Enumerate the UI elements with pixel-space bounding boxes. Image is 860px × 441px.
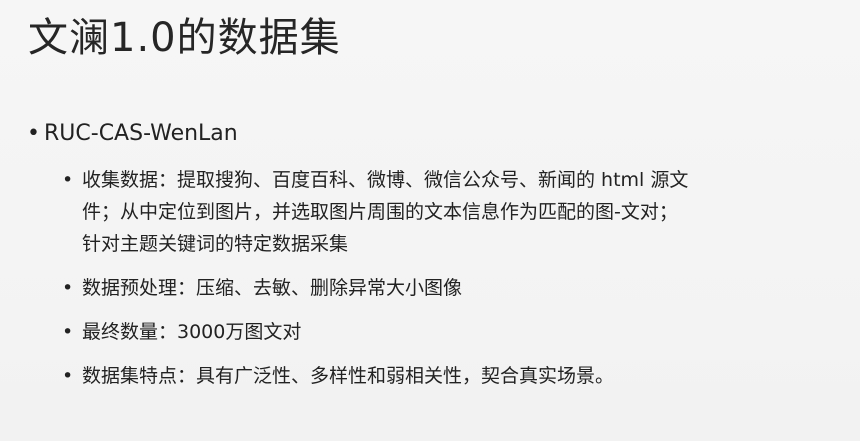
sub-item-line: 收集数据：提取搜狗、百度百科、微博、微信公众号、新闻的 html 源文 [82,169,689,191]
slide-title: 文澜1.0的数据集 [28,15,341,61]
sub-item-dataset-features: • 数据集特点：具有广泛性、多样性和弱相关性，契合真实场景。 [0,360,860,392]
sub-bullet-list: • 收集数据：提取搜狗、百度百科、微博、微信公众号、新闻的 html 源文 件；… [0,164,860,392]
slide-content: • RUC-CAS-WenLan • 收集数据：提取搜狗、百度百科、微博、微信公… [0,118,860,404]
main-bullet-item: • RUC-CAS-WenLan [0,118,860,150]
sub-item-line: 数据集特点：具有广泛性、多样性和弱相关性，契合真实场景。 [82,365,615,387]
sub-item-line: 数据预处理：压缩、去敏、删除异常大小图像 [82,277,463,299]
sub-item-line: 件；从中定位到图片，并选取图片周围的文本信息作为匹配的图-文对； [82,201,678,223]
sub-item-line: 针对主题关键词的特定数据采集 [82,233,349,255]
sub-item-collect-data: • 收集数据：提取搜狗、百度百科、微博、微信公众号、新闻的 html 源文 件；… [0,164,860,260]
bullet-dot: • [62,321,74,343]
bullet-dot: • [62,169,74,191]
bullet-dot: • [27,121,40,146]
main-item-text: RUC-CAS-WenLan [44,121,238,146]
sub-item-line: 最终数量：3000万图文对 [82,321,302,343]
sub-item-preprocessing: • 数据预处理：压缩、去敏、删除异常大小图像 [0,272,860,304]
bullet-dot: • [62,365,74,387]
sub-item-final-count: • 最终数量：3000万图文对 [0,316,860,348]
bullet-dot: • [62,277,74,299]
slide: 文澜1.0的数据集 • RUC-CAS-WenLan • 收集数据：提取搜狗、百… [0,0,860,441]
